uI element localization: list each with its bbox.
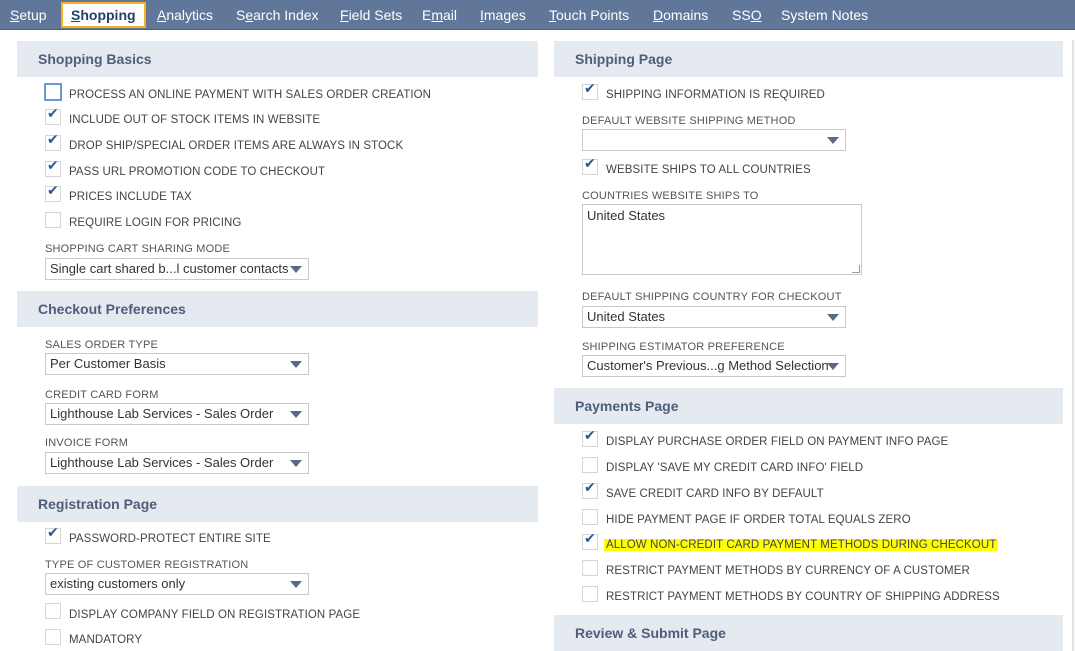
tab-search-index[interactable]: Search Index: [236, 0, 319, 30]
select-default-shipping-country[interactable]: United States: [582, 306, 846, 328]
select-value: Lighthouse Lab Services - Sales Order: [50, 406, 274, 421]
tab-system-notes[interactable]: System Notes: [781, 0, 868, 30]
checkbox-hide-payment-page[interactable]: [582, 509, 598, 525]
label-countries-ships-to: COUNTRIES WEBSITE SHIPS TO: [582, 190, 759, 202]
checkbox-include-out-of-stock[interactable]: [45, 106, 61, 125]
label-process-online-payment: PROCESS AN ONLINE PAYMENT WITH SALES ORD…: [69, 89, 432, 101]
label-prices-include-tax: PRICES INCLUDE TAX: [69, 191, 192, 203]
section-header-registration-page: Registration Page: [17, 486, 538, 522]
select-value: existing customers only: [50, 576, 186, 591]
chevron-down-icon: [827, 137, 839, 144]
label-display-po-field: DISPLAY PURCHASE ORDER FIELD ON PAYMENT …: [606, 436, 949, 448]
select-shipping-estimator[interactable]: Customer's Previous...g Method Selection: [582, 355, 846, 377]
section-header-shipping-page: Shipping Page: [554, 41, 1063, 77]
label-mandatory: MANDATORY: [69, 634, 143, 646]
select-value: United States: [587, 309, 666, 324]
tab-setup[interactable]: Setup: [10, 0, 47, 30]
label-invoice-form: INVOICE FORM: [45, 437, 129, 449]
tab-domains[interactable]: Domains: [653, 0, 708, 30]
select-sales-order-type[interactable]: Per Customer Basis: [45, 353, 309, 375]
checkbox-require-login-pricing[interactable]: [45, 212, 61, 228]
tab-email[interactable]: Email: [422, 0, 457, 30]
select-value: Lighthouse Lab Services - Sales Order: [50, 455, 274, 470]
section-header-checkout-preferences: Checkout Preferences: [17, 291, 538, 327]
section-header-shopping-basics: Shopping Basics: [17, 41, 538, 77]
listbox-countries-ships-to[interactable]: United States: [582, 204, 862, 275]
checkbox-save-cc-default[interactable]: [582, 480, 598, 499]
select-cart-sharing-mode[interactable]: Single cart shared b...l customer contac…: [45, 258, 309, 280]
chevron-down-icon: [290, 266, 302, 273]
select-customer-registration-type[interactable]: existing customers only: [45, 573, 309, 595]
tab-images[interactable]: Images: [480, 0, 526, 30]
select-value: Customer's Previous...g Method Selection: [587, 358, 829, 373]
select-default-shipping-method[interactable]: [582, 129, 846, 151]
checkbox-display-company-field[interactable]: [45, 603, 61, 619]
chevron-down-icon: [290, 411, 302, 418]
select-value: Per Customer Basis: [50, 356, 166, 371]
label-default-shipping-method: DEFAULT WEBSITE SHIPPING METHOD: [582, 115, 796, 127]
checkbox-mandatory[interactable]: [45, 629, 61, 645]
checkbox-restrict-by-country[interactable]: [582, 586, 598, 602]
tab-sso[interactable]: SSO: [732, 0, 762, 30]
chevron-down-icon: [290, 581, 302, 588]
label-customer-registration-type: TYPE OF CUSTOMER REGISTRATION: [45, 559, 249, 571]
checkbox-process-online-payment[interactable]: [44, 83, 62, 101]
tab-shopping[interactable]: Shopping: [61, 2, 146, 28]
checkbox-password-protect[interactable]: [45, 525, 61, 544]
section-header-review-submit: Review & Submit Page: [554, 615, 1063, 651]
checkbox-allow-non-cc-methods[interactable]: [582, 531, 598, 550]
label-cart-sharing-mode: SHOPPING CART SHARING MODE: [45, 243, 231, 255]
label-password-protect: PASSWORD-PROTECT ENTIRE SITE: [69, 533, 271, 545]
label-require-login-pricing: REQUIRE LOGIN FOR PRICING: [69, 217, 242, 229]
chevron-down-icon: [290, 460, 302, 467]
checkbox-shipping-info-required[interactable]: [582, 81, 598, 100]
checkbox-pass-url-promo[interactable]: [45, 158, 61, 177]
checkbox-drop-ship-in-stock[interactable]: [45, 132, 61, 151]
select-invoice-form[interactable]: Lighthouse Lab Services - Sales Order: [45, 452, 309, 474]
list-item[interactable]: United States: [587, 208, 665, 223]
label-allow-non-cc-methods: ALLOW NON-CREDIT CARD PAYMENT METHODS DU…: [604, 539, 999, 551]
chevron-down-icon: [827, 363, 839, 370]
label-default-shipping-country: DEFAULT SHIPPING COUNTRY FOR CHECKOUT: [582, 291, 842, 303]
chevron-down-icon: [827, 314, 839, 321]
select-credit-card-form[interactable]: Lighthouse Lab Services - Sales Order: [45, 403, 309, 425]
label-save-cc-default: SAVE CREDIT CARD INFO BY DEFAULT: [606, 488, 824, 500]
select-value: Single cart shared b...l customer contac…: [50, 261, 289, 276]
label-restrict-by-currency: RESTRICT PAYMENT METHODS BY CURRENCY OF …: [606, 565, 970, 577]
checkbox-ships-all-countries[interactable]: [582, 156, 598, 175]
checkbox-restrict-by-currency[interactable]: [582, 560, 598, 576]
label-display-save-cc: DISPLAY 'SAVE MY CREDIT CARD INFO' FIELD: [606, 462, 864, 474]
label-sales-order-type: SALES ORDER TYPE: [45, 339, 159, 351]
label-credit-card-form: CREDIT CARD FORM: [45, 389, 159, 401]
chevron-down-icon: [290, 361, 302, 368]
checkbox-display-save-cc[interactable]: [582, 457, 598, 473]
resize-handle-icon[interactable]: [852, 265, 860, 273]
label-display-company-field: DISPLAY COMPANY FIELD ON REGISTRATION PA…: [69, 609, 361, 621]
label-hide-payment-page: HIDE PAYMENT PAGE IF ORDER TOTAL EQUALS …: [606, 514, 911, 526]
tab-analytics[interactable]: Analytics: [157, 0, 213, 30]
checkbox-display-po-field[interactable]: [582, 428, 598, 447]
label-shipping-estimator: SHIPPING ESTIMATOR PREFERENCE: [582, 341, 785, 353]
label-ships-all-countries: WEBSITE SHIPS TO ALL COUNTRIES: [606, 164, 811, 176]
section-header-payments-page: Payments Page: [554, 388, 1063, 424]
label-restrict-by-country: RESTRICT PAYMENT METHODS BY COUNTRY OF S…: [606, 591, 1000, 603]
label-pass-url-promo: PASS URL PROMOTION CODE TO CHECKOUT: [69, 166, 326, 178]
tab-field-sets[interactable]: Field Sets: [340, 0, 402, 30]
tab-bar: Setup Shopping Analytics Search Index Fi…: [0, 0, 1075, 30]
label-shipping-info-required: SHIPPING INFORMATION IS REQUIRED: [606, 89, 825, 101]
column-divider: [1072, 40, 1074, 651]
tab-touch-points[interactable]: Touch Points: [549, 0, 629, 30]
checkbox-prices-include-tax[interactable]: [45, 183, 61, 202]
label-drop-ship-in-stock: DROP SHIP/SPECIAL ORDER ITEMS ARE ALWAYS…: [69, 140, 404, 152]
label-include-out-of-stock: INCLUDE OUT OF STOCK ITEMS IN WEBSITE: [69, 114, 321, 126]
